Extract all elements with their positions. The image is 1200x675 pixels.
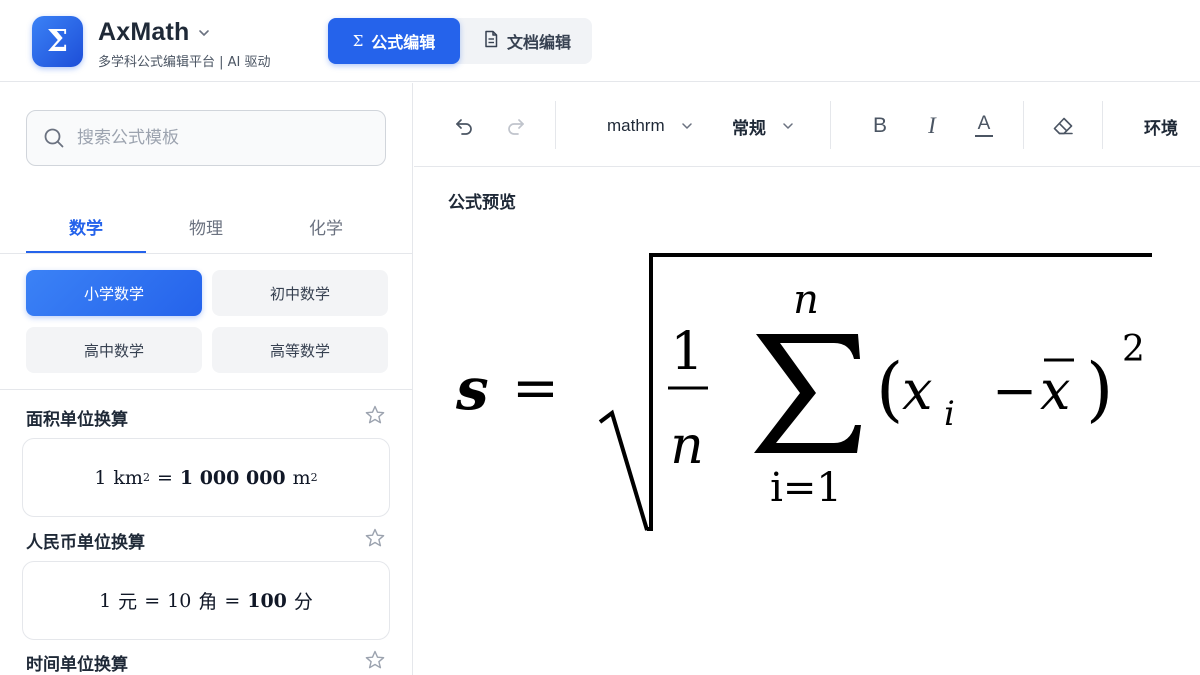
template-sidebar: 数学 物理 化学 小学数学 初中数学 高中数学 高等数学 面积单位换算 1 km… xyxy=(0,83,413,675)
tab-math[interactable]: 数学 xyxy=(26,199,146,253)
bold-icon: B xyxy=(872,114,887,137)
star-icon[interactable] xyxy=(364,649,386,671)
redo-button[interactable] xyxy=(501,111,531,141)
environment-select[interactable]: 环境 xyxy=(1144,111,1178,141)
template-card-currency[interactable]: 1 元 = 10 角 = 100 分 xyxy=(22,561,390,640)
template-title: 人民币单位换算 xyxy=(26,533,145,553)
environment-value: 环境 xyxy=(1144,118,1178,139)
eraser-icon xyxy=(1053,117,1073,135)
level-junior-math[interactable]: 初中数学 xyxy=(212,270,388,316)
fraction-numerator: 1 xyxy=(670,322,703,382)
bold-button[interactable]: B xyxy=(865,111,895,141)
level-senior-math[interactable]: 高中数学 xyxy=(26,327,202,373)
top-header: Σ AxMath 多学科公式编辑平台 | AI 驱动 Σ 公式编辑 文档编辑 xyxy=(0,0,1200,82)
formula-edit-label: 公式编辑 xyxy=(371,33,436,52)
search-input[interactable] xyxy=(77,128,357,148)
exponent-2: 2 xyxy=(1122,329,1145,370)
level-primary-math[interactable]: 小学数学 xyxy=(26,270,202,316)
color-underline xyxy=(975,135,993,137)
size-select[interactable]: 常规 xyxy=(732,111,794,141)
formula-term: 1 xyxy=(94,466,107,489)
undo-icon xyxy=(456,119,472,135)
variable-x-bar: x xyxy=(1040,359,1070,422)
text-color-button[interactable]: A xyxy=(969,111,999,141)
subject-tabs: 数学 物理 化学 xyxy=(26,199,386,255)
editor-toolbar: mathrm 常规 B I A 环境 xyxy=(414,83,1200,167)
preview-title: 公式预览 xyxy=(448,193,516,213)
toolbar-divider xyxy=(1023,101,1024,149)
formula-preview[interactable]: s = 1 n n i=1 ( x i − x ) 2 xyxy=(414,233,1200,533)
level-advanced-math[interactable]: 高等数学 xyxy=(212,327,388,373)
chevron-down-icon xyxy=(197,26,211,40)
formula-equals: = xyxy=(512,356,559,421)
formula-term: 1 000 000 xyxy=(179,466,286,489)
app-switcher[interactable]: AxMath xyxy=(98,18,211,47)
mode-switcher: Σ 公式编辑 文档编辑 xyxy=(328,18,592,64)
formula-edit-tab[interactable]: Σ 公式编辑 xyxy=(328,18,460,64)
app-name: AxMath xyxy=(98,18,190,46)
text-color-icon: A xyxy=(977,113,991,134)
document-icon xyxy=(483,30,499,52)
document-edit-tab[interactable]: 文档编辑 xyxy=(462,18,592,64)
right-paren: ) xyxy=(1086,348,1113,430)
template-title: 面积单位换算 xyxy=(26,410,128,430)
formula-term: 1 xyxy=(99,589,112,612)
star-icon[interactable] xyxy=(364,404,386,426)
eraser-button[interactable] xyxy=(1048,111,1078,141)
search-box[interactable] xyxy=(26,110,386,166)
formula-term: 10 xyxy=(167,589,192,612)
italic-button[interactable]: I xyxy=(917,111,947,141)
sigma-icon: Σ xyxy=(352,32,364,50)
formula-lhs-s: s xyxy=(455,355,489,423)
italic-icon: I xyxy=(928,113,936,138)
left-paren: ( xyxy=(876,348,903,430)
formula-equals: = xyxy=(144,589,161,612)
formula-unit: 元 xyxy=(118,591,138,613)
tab-physics[interactable]: 物理 xyxy=(146,199,266,253)
minus-sign: − xyxy=(992,359,1037,422)
subscript-i: i xyxy=(944,394,955,434)
search-icon xyxy=(44,128,64,148)
chevron-down-icon xyxy=(681,123,692,130)
summation-sign xyxy=(754,334,861,453)
font-style-select[interactable]: mathrm xyxy=(607,111,693,141)
tabs-divider xyxy=(0,253,412,254)
toolbar-divider xyxy=(830,101,831,149)
chevron-down-icon xyxy=(783,123,793,130)
star-icon[interactable] xyxy=(364,527,386,549)
levels-divider xyxy=(0,389,412,390)
template-card-area[interactable]: 1 km 2 = 1 000 000 m2 xyxy=(22,438,390,517)
formula-unit: 角 xyxy=(198,591,218,613)
formula-equals: = xyxy=(224,589,241,612)
sum-lower-limit: i=1 xyxy=(770,465,842,511)
formula-unit: km xyxy=(113,466,143,489)
toolbar-divider xyxy=(555,101,556,149)
font-style-value: mathrm xyxy=(607,116,665,135)
template-title: 时间单位换算 xyxy=(26,655,128,675)
formula-term: 100 xyxy=(247,589,287,612)
redo-icon xyxy=(508,119,524,135)
app-subtitle: 多学科公式编辑平台 | AI 驱动 xyxy=(98,55,271,70)
app-logo[interactable]: Σ xyxy=(32,16,83,67)
undo-button[interactable] xyxy=(449,111,479,141)
document-edit-label: 文档编辑 xyxy=(506,33,571,52)
toolbar-divider xyxy=(1102,101,1103,149)
size-value: 常规 xyxy=(732,118,766,139)
fraction-denominator: n xyxy=(670,416,704,476)
variable-x: x xyxy=(902,359,932,422)
formula-unit: m xyxy=(292,466,311,489)
tab-chemistry[interactable]: 化学 xyxy=(266,199,386,253)
formula-exponent: 2 xyxy=(142,471,150,484)
logo-sigma-glyph: Σ xyxy=(46,23,69,59)
formula-equals: = xyxy=(156,466,173,489)
formula-editor: mathrm 常规 B I A 环境 公式预览 s = 1 n n i=1 (… xyxy=(414,83,1200,675)
formula-unit: 分 xyxy=(293,591,313,613)
formula-exponent: 2 xyxy=(310,471,318,484)
sum-upper-limit: n xyxy=(793,277,819,323)
